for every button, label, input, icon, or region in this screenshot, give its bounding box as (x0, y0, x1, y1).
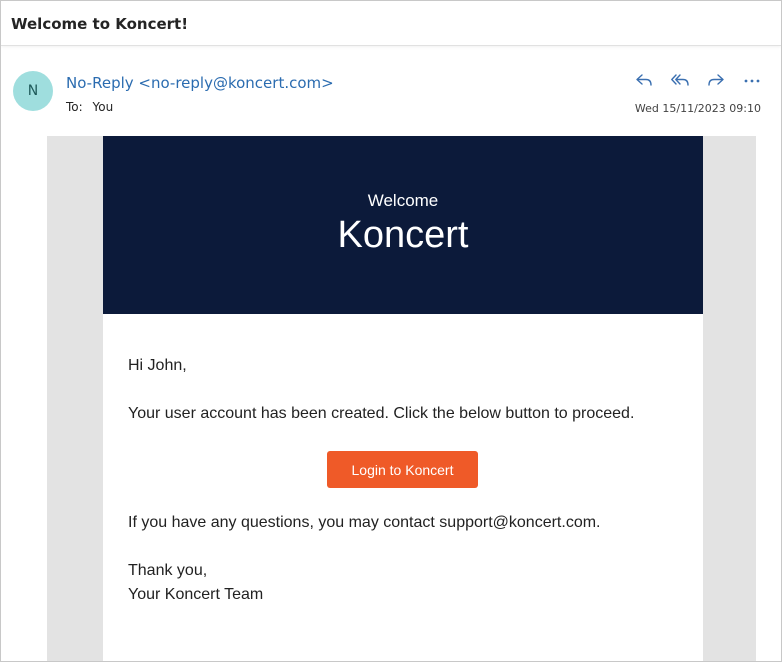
to-label: To: (66, 100, 83, 114)
hero-brand-name: Koncert (337, 214, 469, 256)
forward-icon (708, 74, 724, 86)
message-actions (633, 71, 763, 89)
email-window: Welcome to Koncert! N No-Reply <no-reply… (0, 0, 782, 662)
greeting-text: Hi John, (128, 357, 187, 374)
sender-name[interactable]: No-Reply <no-reply@koncert.com> (66, 74, 334, 92)
more-actions-button[interactable] (741, 71, 763, 89)
contact-text: If you have any questions, you may conta… (128, 514, 601, 531)
login-button[interactable]: Login to Koncert (327, 451, 478, 488)
sender-avatar[interactable]: N (13, 71, 53, 111)
hero-welcome-text: Welcome (367, 191, 439, 210)
account-created-text: Your user account has been created. Clic… (128, 405, 635, 422)
reply-all-icon (671, 74, 689, 86)
email-subject: Welcome to Koncert! (11, 15, 189, 33)
email-card: Welcome Koncert Hi John, Your user accou… (103, 136, 703, 661)
reply-all-button[interactable] (669, 71, 691, 89)
reply-button[interactable] (633, 71, 655, 89)
recipients-row: To: You (66, 100, 113, 114)
recipient-name[interactable]: You (93, 100, 114, 114)
email-body-background: Welcome Koncert Hi John, Your user accou… (47, 136, 756, 661)
sent-date: Wed 15/11/2023 09:10 (634, 102, 761, 115)
subject-bar: Welcome to Koncert! (1, 1, 781, 46)
signature-text: Your Koncert Team (128, 586, 264, 603)
forward-button[interactable] (705, 71, 727, 89)
more-icon (744, 79, 760, 83)
email-hero-banner: Welcome Koncert (103, 136, 703, 314)
reply-icon (636, 74, 652, 86)
avatar-initial: N (27, 83, 39, 99)
signoff-text: Thank you, (128, 562, 208, 579)
